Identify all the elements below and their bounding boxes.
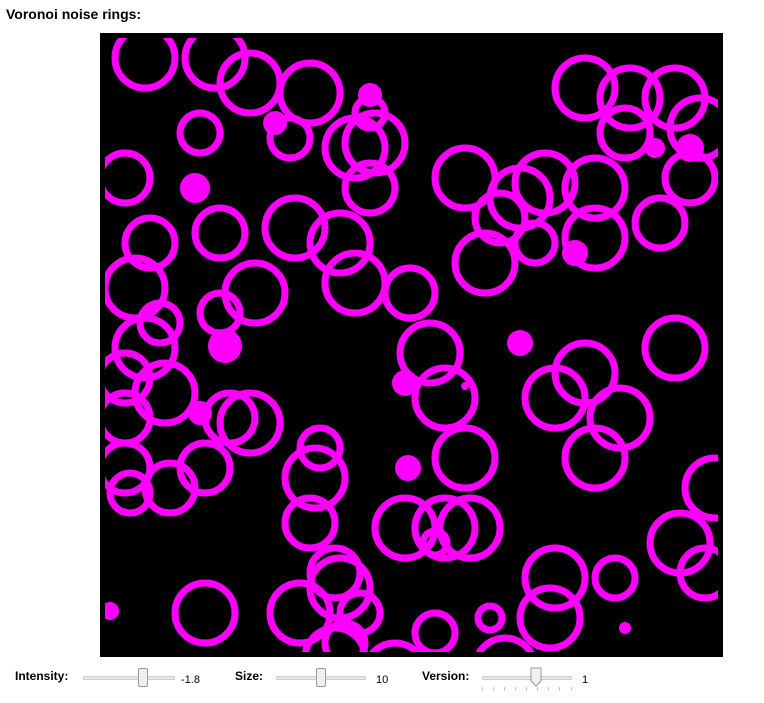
version-label: Version: [422,669,470,683]
noise-dot [645,138,665,158]
noise-canvas[interactable] [100,33,723,657]
noise-ring [516,584,584,652]
noise-dot [395,455,421,481]
version-slider-ticks [482,687,572,691]
noise-dot [392,370,418,396]
noise-ring [596,104,654,162]
noise-ring [511,219,559,267]
noise-dot [188,401,212,425]
noise-dot [562,240,588,266]
noise-ring [276,59,344,127]
noise-dot [461,382,469,390]
noise-dot [619,622,631,634]
noise-ring [474,602,506,634]
version-value: 1 [582,674,589,686]
noise-dot [263,111,287,135]
noise-ring [181,38,249,92]
noise-ring [431,424,499,492]
intensity-slider-thumb[interactable] [138,668,148,687]
intensity-value: -1.8 [181,674,200,686]
noise-dot [105,602,119,620]
noise-ring [381,264,439,322]
noise-ring [321,249,389,317]
noise-ring [191,204,249,262]
noise-ring [111,38,179,92]
noise-dot [208,329,242,363]
noise-dot [676,134,704,162]
noise-ring [641,314,709,382]
noise-ring [221,259,289,327]
noise-ring [171,579,239,647]
noise-ring [551,54,619,122]
intensity-label: Intensity: [15,669,69,683]
noise-ring-artwork [105,38,718,652]
version-slider-track[interactable] [482,676,572,680]
intensity-slider-track[interactable] [83,676,175,680]
size-value: 10 [376,674,389,686]
noise-ring [176,109,224,157]
noise-dot [180,173,210,203]
noise-ring [411,609,459,652]
noise-dot [507,330,533,356]
version-slider-thumb[interactable] [530,667,542,687]
size-slider-thumb[interactable] [316,668,326,687]
size-label: Size: [235,669,264,683]
noise-ring [681,454,718,522]
noise-ring [591,554,639,602]
noise-dot [358,83,382,107]
noise-ring [105,149,154,207]
noise-ring [631,194,689,252]
page-title: Voronoi noise rings: [6,6,142,22]
